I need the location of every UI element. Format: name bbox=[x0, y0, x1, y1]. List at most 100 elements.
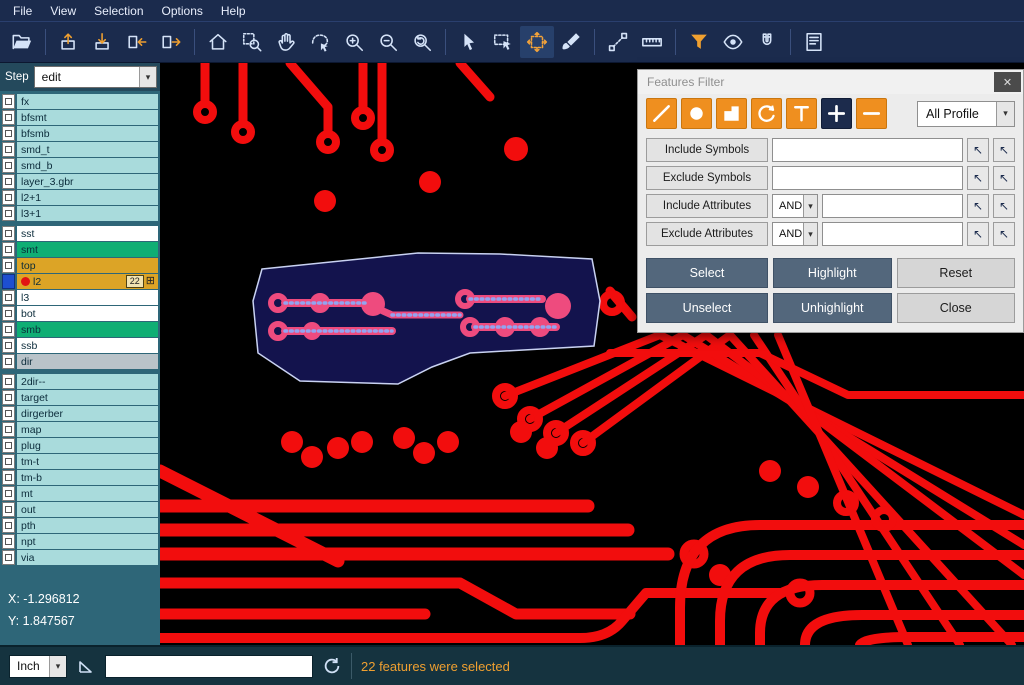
pad-tool-button[interactable] bbox=[681, 98, 712, 129]
layer-row-dir[interactable]: dir bbox=[2, 354, 158, 369]
ruler-icon[interactable] bbox=[635, 26, 669, 58]
layer-checkbox[interactable] bbox=[2, 290, 15, 305]
grid-icon[interactable]: ⊞ bbox=[146, 276, 155, 287]
layer-checkbox[interactable] bbox=[2, 486, 15, 501]
layer-row-out[interactable]: out bbox=[2, 502, 158, 517]
layer-checkbox[interactable] bbox=[2, 338, 15, 353]
unhighlight-button[interactable]: Unhighlight bbox=[773, 293, 892, 323]
layer-row-dirgerber[interactable]: dirgerber bbox=[2, 406, 158, 421]
close-icon[interactable]: ✕ bbox=[994, 72, 1021, 92]
step-select[interactable]: edit ▾ bbox=[34, 66, 157, 88]
add-mode-button[interactable] bbox=[821, 98, 852, 129]
layer-checkbox[interactable] bbox=[2, 274, 15, 289]
pick-add-icon[interactable]: ↖ bbox=[993, 166, 1015, 190]
menu-selection[interactable]: Selection bbox=[85, 2, 152, 20]
transform-icon[interactable] bbox=[520, 26, 554, 58]
layer-row-map[interactable]: map bbox=[2, 422, 158, 437]
surface-tool-button[interactable] bbox=[716, 98, 747, 129]
zoom-reset-icon[interactable] bbox=[405, 26, 439, 58]
filter-icon[interactable] bbox=[682, 26, 716, 58]
pcb-canvas[interactable]: Features Filter ✕ All Profile ▾ Include … bbox=[160, 63, 1024, 645]
layer-checkbox[interactable] bbox=[2, 550, 15, 565]
include-attributes-input[interactable] bbox=[822, 194, 963, 218]
menu-file[interactable]: File bbox=[4, 2, 41, 20]
layer-checkbox[interactable] bbox=[2, 354, 15, 369]
layer-checkbox[interactable] bbox=[2, 206, 15, 221]
layer-checkbox[interactable] bbox=[2, 158, 15, 173]
layer-checkbox[interactable] bbox=[2, 258, 15, 273]
layer-row-bot[interactable]: bot bbox=[2, 306, 158, 321]
layer-checkbox[interactable] bbox=[2, 190, 15, 205]
profile-select[interactable]: All Profile ▾ bbox=[917, 101, 1015, 127]
layer-checkbox[interactable] bbox=[2, 322, 15, 337]
select-rect-icon[interactable] bbox=[486, 26, 520, 58]
pick-icon[interactable]: ↖ bbox=[967, 194, 989, 218]
layer-row-smb[interactable]: smb bbox=[2, 322, 158, 337]
layer-row-tm-b[interactable]: tm-b bbox=[2, 470, 158, 485]
and-or-select[interactable]: AND▾ bbox=[772, 194, 818, 218]
layer-row-ssb[interactable]: ssb bbox=[2, 338, 158, 353]
layer-row-l3[interactable]: l3 bbox=[2, 290, 158, 305]
close-button[interactable]: Close bbox=[897, 293, 1016, 323]
layer-row-plug[interactable]: plug bbox=[2, 438, 158, 453]
and-or-select[interactable]: AND▾ bbox=[772, 222, 818, 246]
export-up-icon[interactable] bbox=[52, 26, 86, 58]
exclude-attributes-button[interactable]: Exclude Attributes bbox=[646, 222, 768, 246]
eye-icon[interactable] bbox=[716, 26, 750, 58]
layer-row-layer_3.gbr[interactable]: layer_3.gbr bbox=[2, 174, 158, 189]
layer-checkbox[interactable] bbox=[2, 406, 15, 421]
select-button[interactable]: Select bbox=[646, 258, 768, 288]
import-down-icon[interactable] bbox=[86, 26, 120, 58]
layer-checkbox[interactable] bbox=[2, 374, 15, 389]
import-left-icon[interactable] bbox=[120, 26, 154, 58]
exclude-symbols-input[interactable] bbox=[772, 166, 963, 190]
unselect-button[interactable]: Unselect bbox=[646, 293, 768, 323]
exclude-attributes-input[interactable] bbox=[822, 222, 963, 246]
home-icon[interactable] bbox=[201, 26, 235, 58]
dialog-title-bar[interactable]: Features Filter ✕ bbox=[638, 70, 1023, 94]
layer-row-bfsmb[interactable]: bfsmb bbox=[2, 126, 158, 141]
snap-icon[interactable] bbox=[750, 26, 784, 58]
exclude-symbols-button[interactable]: Exclude Symbols bbox=[646, 166, 768, 190]
pick-icon[interactable]: ↖ bbox=[967, 138, 989, 162]
layer-checkbox[interactable] bbox=[2, 110, 15, 125]
lasso-icon[interactable] bbox=[303, 26, 337, 58]
remove-mode-button[interactable] bbox=[856, 98, 887, 129]
layer-checkbox[interactable] bbox=[2, 94, 15, 109]
log-icon[interactable] bbox=[797, 26, 831, 58]
export-right-icon[interactable] bbox=[154, 26, 188, 58]
unit-select[interactable]: Inch ▾ bbox=[9, 655, 67, 678]
zoom-out-icon[interactable] bbox=[371, 26, 405, 58]
pick-add-icon[interactable]: ↖ bbox=[993, 138, 1015, 162]
layer-checkbox[interactable] bbox=[2, 142, 15, 157]
layer-row-smd_t[interactable]: smd_t bbox=[2, 142, 158, 157]
layer-checkbox[interactable] bbox=[2, 422, 15, 437]
text-tool-button[interactable] bbox=[786, 98, 817, 129]
layer-row-smd_b[interactable]: smd_b bbox=[2, 158, 158, 173]
layer-row-l3+1[interactable]: l3+1 bbox=[2, 206, 158, 221]
layer-row-npt[interactable]: npt bbox=[2, 534, 158, 549]
layer-checkbox[interactable] bbox=[2, 126, 15, 141]
refresh-icon[interactable] bbox=[322, 656, 342, 676]
include-symbols-input[interactable] bbox=[772, 138, 963, 162]
layer-row-pth[interactable]: pth bbox=[2, 518, 158, 533]
layer-checkbox[interactable] bbox=[2, 502, 15, 517]
layer-row-top[interactable]: top bbox=[2, 258, 158, 273]
layer-checkbox[interactable] bbox=[2, 534, 15, 549]
layer-checkbox[interactable] bbox=[2, 226, 15, 241]
highlight-button[interactable]: Highlight bbox=[773, 258, 892, 288]
zoom-area-icon[interactable] bbox=[235, 26, 269, 58]
layer-row-smt[interactable]: smt bbox=[2, 242, 158, 257]
pick-add-icon[interactable]: ↖ bbox=[993, 194, 1015, 218]
line-tool-button[interactable] bbox=[646, 98, 677, 129]
pick-icon[interactable]: ↖ bbox=[967, 222, 989, 246]
layer-checkbox[interactable] bbox=[2, 470, 15, 485]
zoom-in-icon[interactable] bbox=[337, 26, 371, 58]
layer-checkbox[interactable] bbox=[2, 390, 15, 405]
layer-row-tm-t[interactable]: tm-t bbox=[2, 454, 158, 469]
angle-icon[interactable] bbox=[76, 656, 96, 676]
arc-tool-button[interactable] bbox=[751, 98, 782, 129]
layer-checkbox[interactable] bbox=[2, 306, 15, 321]
paint-icon[interactable] bbox=[554, 26, 588, 58]
layer-row-mt[interactable]: mt bbox=[2, 486, 158, 501]
